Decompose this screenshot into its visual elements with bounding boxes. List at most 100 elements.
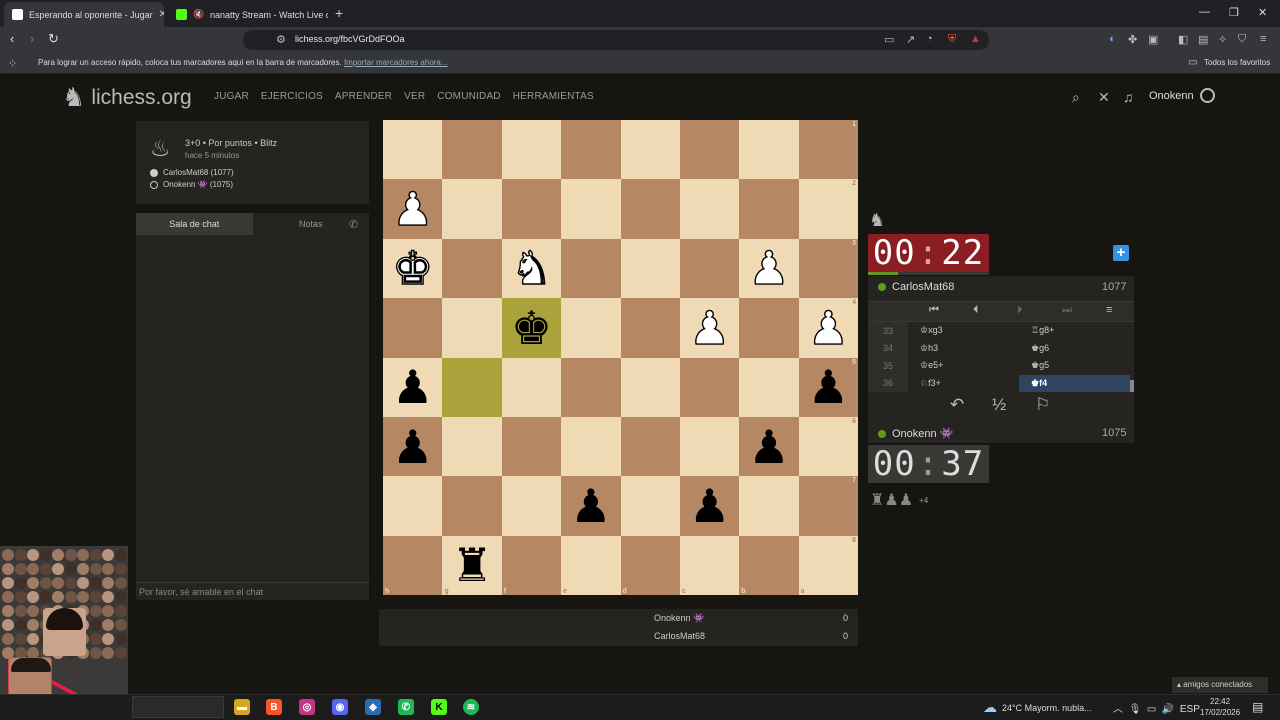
close-tab-icon[interactable]: ✕: [159, 9, 164, 20]
weather-widget[interactable]: ☁ 24°C Mayorm. nubla...: [983, 699, 1092, 716]
square-f7[interactable]: [501, 476, 562, 536]
current-move[interactable]: ♚f4: [1019, 374, 1130, 392]
nav-play[interactable]: JUGAR: [214, 91, 249, 102]
cast-icon[interactable]: ▭: [884, 33, 894, 46]
last-move-icon[interactable]: ⏭: [1062, 304, 1072, 317]
square-b2[interactable]: [739, 179, 799, 239]
nav-watch[interactable]: VER: [404, 91, 425, 102]
restore-button[interactable]: ❐: [1229, 6, 1239, 19]
tab-search-icon[interactable]: ▣: [1148, 33, 1158, 46]
taskbar-clock[interactable]: 22:42 17/02/2026: [1200, 696, 1240, 718]
white-move[interactable]: ♘f3+: [908, 375, 1019, 393]
square-a2[interactable]: 2: [798, 179, 858, 239]
square-a6[interactable]: 6: [798, 416, 858, 477]
spotify-icon[interactable]: ≋: [463, 699, 479, 715]
square-b6[interactable]: ♟: [739, 416, 799, 477]
mute-icon[interactable]: 🔇: [193, 9, 204, 20]
square-f8[interactable]: f: [501, 535, 562, 595]
square-h8[interactable]: h: [383, 535, 443, 595]
square-h5[interactable]: ♟: [383, 357, 443, 417]
square-b7[interactable]: [739, 476, 799, 536]
first-move-icon[interactable]: ⏮: [929, 304, 939, 317]
square-c2[interactable]: [679, 179, 740, 239]
resign-flag-icon[interactable]: ⚐: [1035, 395, 1050, 415]
app-icon[interactable]: ◈: [365, 699, 381, 715]
volume-icon[interactable]: 🔊: [1162, 704, 1174, 715]
square-f5[interactable]: [501, 357, 562, 417]
sidebar-icon[interactable]: ◧: [1178, 33, 1188, 46]
square-c5[interactable]: [679, 357, 740, 417]
square-g4[interactable]: [442, 298, 502, 358]
move-list-scrollbar[interactable]: [1130, 380, 1134, 392]
square-c1[interactable]: [679, 120, 740, 180]
square-e7[interactable]: ♟: [561, 476, 621, 536]
square-b5[interactable]: [739, 357, 799, 417]
back-icon[interactable]: ‹: [10, 31, 14, 46]
next-move-icon[interactable]: ⏵: [1017, 304, 1023, 317]
language-indicator[interactable]: ESP: [1180, 704, 1200, 715]
square-d6[interactable]: [620, 416, 680, 477]
white-king-icon[interactable]: ♚: [391, 245, 434, 292]
nav-learn[interactable]: APRENDER: [335, 91, 392, 102]
rss-icon[interactable]: ◔: [926, 33, 933, 45]
tray-chevron-icon[interactable]: ︿: [1113, 704, 1123, 715]
minimize-button[interactable]: —: [1199, 6, 1210, 18]
tab-chat-room[interactable]: Sala de chat: [136, 213, 253, 235]
square-h1[interactable]: [383, 120, 443, 180]
square-b1[interactable]: [739, 120, 799, 180]
square-h7[interactable]: [383, 476, 443, 536]
url-text[interactable]: lichess.org/fbcVGrDdFOOa: [295, 34, 405, 44]
square-g1[interactable]: [442, 120, 502, 180]
square-a8[interactable]: 8a: [798, 535, 858, 595]
browser-tab-active[interactable]: Esperando al oponente - Jugar ✕: [4, 2, 164, 27]
square-a5[interactable]: ♟ 5: [798, 357, 858, 417]
search-icon[interactable]: ⌕: [1072, 89, 1080, 106]
wallet-icon[interactable]: ▤: [1198, 33, 1208, 46]
square-g6[interactable]: [442, 416, 502, 477]
square-b3[interactable]: ♟: [739, 238, 799, 299]
square-f2[interactable]: [501, 179, 562, 239]
all-favorites[interactable]: Todos los favoritos: [1204, 58, 1270, 67]
square-c3[interactable]: [679, 238, 740, 299]
square-c8[interactable]: c: [679, 535, 740, 595]
square-c7[interactable]: ♟: [679, 476, 740, 536]
white-move[interactable]: ♔xg3: [908, 322, 1019, 340]
black-king-icon[interactable]: ♚: [511, 305, 552, 351]
white-pawn-icon[interactable]: ♟: [807, 304, 850, 351]
file-explorer-icon[interactable]: ▬: [234, 699, 250, 715]
white-player-entry[interactable]: CarlosMat68 (1077): [150, 168, 234, 177]
square-e4[interactable]: [561, 298, 621, 358]
square-f1[interactable]: [501, 120, 562, 180]
site-info-icon[interactable]: ⚙: [276, 33, 286, 46]
discord-icon[interactable]: ◉: [332, 699, 348, 715]
browser-tab[interactable]: 🔇 nanatty Stream - Watch Live on: [168, 2, 328, 27]
menu-icon[interactable]: ≡: [1260, 33, 1266, 45]
close-window-button[interactable]: ✕: [1258, 6, 1267, 19]
notifications-bell-icon[interactable]: ♫: [1123, 89, 1134, 105]
square-e6[interactable]: [561, 416, 621, 477]
mic-icon[interactable]: 🎙: [1129, 704, 1142, 715]
extensions-icon[interactable]: ✤: [1128, 33, 1137, 46]
white-move[interactable]: ♔h3: [908, 340, 1019, 358]
square-f6[interactable]: [501, 416, 562, 477]
site-logo[interactable]: ♞ lichess.org: [62, 82, 192, 113]
square-a4[interactable]: ♟ 4: [798, 298, 858, 358]
reload-icon[interactable]: ↻: [48, 31, 59, 47]
whatsapp-icon[interactable]: ✆: [398, 699, 414, 715]
square-d1[interactable]: [620, 120, 680, 180]
chat-input[interactable]: Por favor, sé amable en el chat: [136, 582, 369, 600]
brave-taskbar-icon[interactable]: B: [266, 699, 282, 715]
square-d7[interactable]: [620, 476, 680, 536]
square-d8[interactable]: d: [620, 535, 680, 595]
prev-move-icon[interactable]: ⏴: [973, 304, 979, 317]
menu-hamburger-icon[interactable]: ≡: [1106, 304, 1112, 316]
square-g5[interactable]: [442, 357, 502, 417]
display-icon[interactable]: ▭: [1147, 704, 1156, 715]
white-pawn-icon[interactable]: ♟: [748, 245, 791, 292]
black-pawn-icon[interactable]: ♟: [689, 483, 730, 529]
square-g2[interactable]: [442, 179, 502, 239]
square-d3[interactable]: [620, 238, 680, 299]
black-pawn-icon[interactable]: ♟: [392, 364, 433, 410]
square-g8[interactable]: ♜ g: [442, 535, 502, 595]
square-b8[interactable]: b: [739, 535, 799, 595]
